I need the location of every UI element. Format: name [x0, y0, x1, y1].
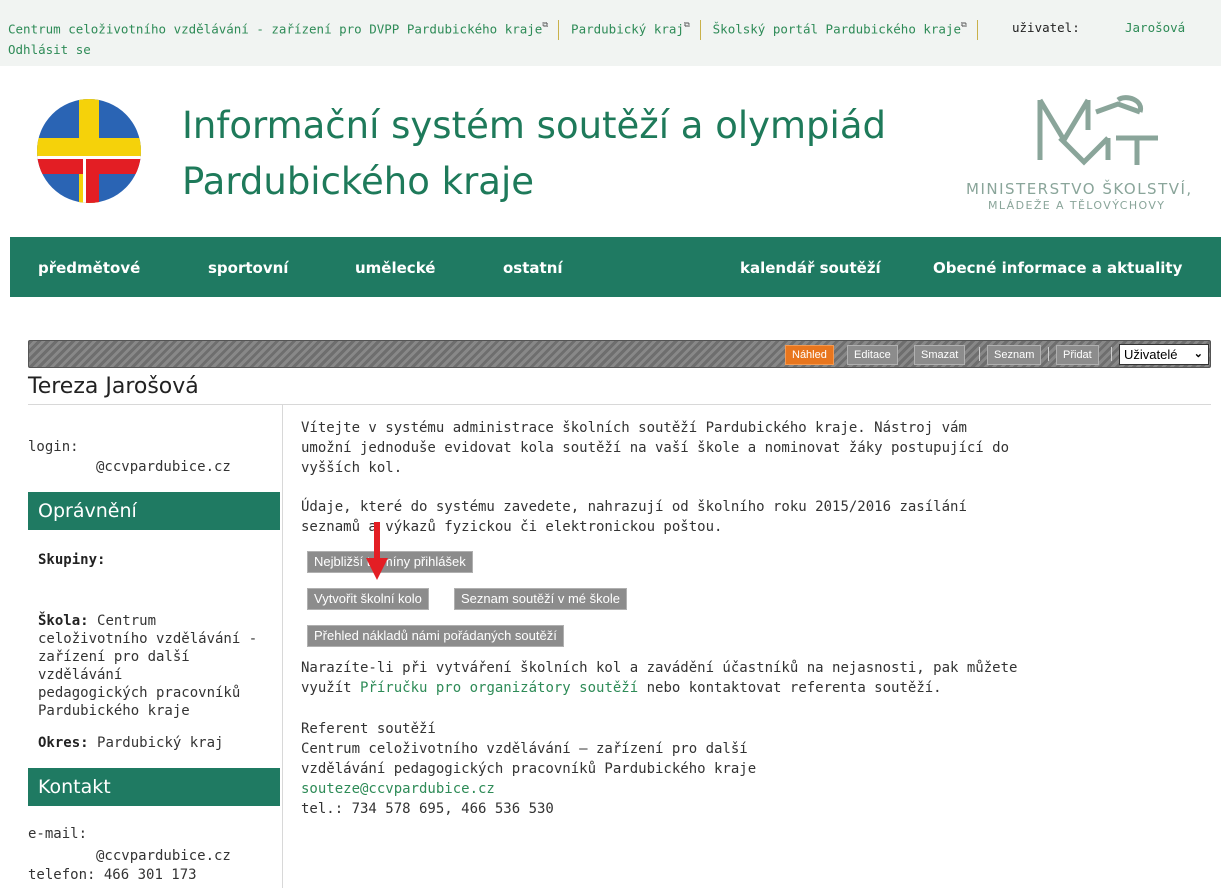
- district-info: Okres: Pardubický kraj: [38, 734, 223, 752]
- toolbar-separator: [1111, 347, 1112, 361]
- add-button[interactable]: Přidat: [1056, 345, 1099, 365]
- sidebar-divider: [282, 405, 283, 888]
- intro-line1: Vítejte v systému administrace školních …: [301, 420, 967, 436]
- nav-item-ostatni[interactable]: ostatní: [503, 259, 563, 277]
- red-down-arrow-icon: [366, 522, 388, 580]
- school-value-line5: Pardubického kraje: [38, 703, 190, 719]
- nav-item-kalendar[interactable]: kalendář soutěží: [740, 259, 881, 277]
- user-label: uživatel:: [1012, 20, 1080, 35]
- email-label: e-mail:: [28, 826, 88, 842]
- school-label: Škola:: [38, 613, 89, 629]
- referent-phone: tel.: 734 578 695, 466 536 530: [301, 801, 554, 817]
- costs-overview-button[interactable]: Přehled nákladů námi pořádaných soutěží: [307, 625, 564, 647]
- school-value-line3: zařízení pro další vzdělávání: [38, 649, 190, 683]
- help-pre: využít: [301, 680, 361, 696]
- logout-link[interactable]: Odhlásit se: [8, 42, 91, 57]
- school-value-line2: celoživotního vzdělávání -: [38, 631, 258, 647]
- pardubice-region-logo[interactable]: [36, 98, 142, 204]
- phone-info: telefon: 466 301 173: [28, 866, 197, 884]
- sidebar: login: @ccvpardubice.cz Oprávnění Skupin…: [0, 405, 282, 888]
- permissions-heading: Oprávnění: [28, 492, 280, 530]
- login-value: @ccvpardubice.cz: [96, 459, 231, 475]
- separator: [699, 20, 701, 40]
- msmt-text-line1: MINISTERSTVO ŠKOLSTVÍ,: [966, 180, 1193, 198]
- record-toolbar: Náhled Editace Smazat Seznam Přidat Uživ…: [28, 340, 1211, 368]
- main-nav: předmětové sportovní umělecké ostatní ka…: [10, 237, 1221, 297]
- site-title: Informační systém soutěží a olympiád Par…: [182, 98, 886, 210]
- nav-item-predmetove[interactable]: předmětové: [38, 259, 140, 277]
- site-title-line2: Pardubického kraje: [182, 160, 535, 203]
- school-value-line1: Centrum: [97, 613, 157, 629]
- page-title: Tereza Jarošová: [28, 374, 199, 399]
- create-school-round-button[interactable]: Vytvořit školní kolo: [307, 588, 429, 610]
- toolbar-separator: [979, 347, 980, 361]
- top-bar: Centrum celoživotního vzdělávání - zaříz…: [0, 0, 1221, 66]
- district-value: Pardubický kraj: [97, 735, 224, 751]
- district-label: Okres:: [38, 735, 89, 751]
- referent-title: Referent soutěží: [301, 721, 436, 737]
- nav-item-umelecke[interactable]: umělecké: [355, 259, 435, 277]
- chevron-down-icon: ⌄: [1193, 348, 1203, 360]
- phone-label: telefon:: [28, 867, 96, 883]
- edit-button[interactable]: Editace: [847, 345, 898, 365]
- school-competitions-list-button[interactable]: Seznam soutěží v mé škole: [454, 588, 627, 610]
- intro-line2: umožní jednoduše evidovat kola soutěží n…: [301, 440, 1010, 456]
- nav-item-obecne-informace[interactable]: Obecné informace a aktuality: [933, 259, 1182, 277]
- phone-value: 466 301 173: [103, 867, 197, 883]
- login-label: login:: [28, 439, 79, 455]
- help-line1: Narazíte-li při vytváření školních kol a…: [301, 660, 1018, 676]
- intro-text: Vítejte v systému administrace školních …: [301, 418, 1021, 478]
- external-link-icon: ⧉: [683, 20, 690, 29]
- contact-heading: Kontakt: [28, 768, 280, 806]
- info-line1: Údaje, které do systému zavedete, nahraz…: [301, 499, 967, 515]
- top-links: Centrum celoživotního vzdělávání - zaříz…: [8, 20, 990, 40]
- intro-line3: vyšších kol.: [301, 460, 403, 476]
- email-value: @ccvpardubice.cz: [96, 848, 231, 864]
- link-pardubicky-kraj[interactable]: Pardubický kraj: [571, 22, 684, 37]
- section-select[interactable]: Uživatelé ⌄: [1119, 344, 1209, 365]
- help-post: nebo kontaktovat referenta soutěží.: [638, 680, 942, 696]
- referent-block: Referent soutěží Centrum celoživotního v…: [301, 719, 1021, 819]
- school-value-line4: pedagogických pracovníků: [38, 685, 241, 701]
- deadlines-button[interactable]: Nejbližší termíny přihlášek: [307, 551, 473, 573]
- groups-label: Skupiny:: [38, 552, 106, 568]
- external-link-icon: ⧉: [961, 20, 967, 29]
- site-title-line1: Informační systém soutěží a olympiád: [182, 104, 886, 147]
- separator: [976, 20, 978, 40]
- preview-button[interactable]: Náhled: [785, 345, 834, 365]
- nav-item-sportovni[interactable]: sportovní: [208, 259, 288, 277]
- msmt-text-line2: MLÁDEŽE A TĚLOVÝCHOVY: [988, 199, 1166, 212]
- delete-button[interactable]: Smazat: [914, 345, 966, 365]
- info-text: Údaje, které do systému zavedete, nahraz…: [301, 497, 1021, 537]
- referent-line2: vzdělávání pedagogických pracovníků Pard…: [301, 761, 757, 777]
- help-text: Narazíte-li při vytváření školních kol a…: [301, 658, 1021, 698]
- user-name-link[interactable]: Jarošová: [1125, 20, 1185, 35]
- info-line2: seznamů a výkazů fyzickou či elektronick…: [301, 519, 723, 535]
- link-skolsky-portal[interactable]: Školský portál Pardubického kraje: [713, 22, 961, 37]
- referent-line1: Centrum celoživotního vzdělávání – zaříz…: [301, 741, 748, 757]
- separator: [558, 20, 560, 40]
- list-button[interactable]: Seznam: [987, 345, 1042, 365]
- toolbar-separator: [1048, 347, 1049, 361]
- referent-email-link[interactable]: souteze@ccvpardubice.cz: [301, 781, 495, 797]
- organizer-handbook-link[interactable]: Příručku pro organizátory soutěží: [360, 680, 638, 696]
- section-select-value: Uživatelé: [1124, 347, 1178, 362]
- link-ccv[interactable]: Centrum celoživotního vzdělávání - zaříz…: [8, 22, 542, 37]
- external-link-icon: ⧉: [542, 20, 549, 29]
- help-line2: využít Příručku pro organizátory soutěží…: [301, 678, 1021, 698]
- school-info: Škola: Centrum celoživotního vzdělávání …: [38, 612, 278, 720]
